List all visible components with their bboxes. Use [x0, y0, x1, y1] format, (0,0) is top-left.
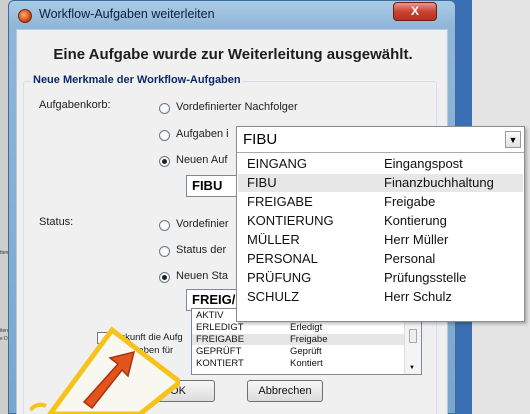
group-title: Neue Merkmale der Workflow-Aufgaben [31, 74, 243, 86]
title-bar[interactable]: Workflow-Aufgaben weiterleiten X [9, 1, 455, 27]
basket-dropdown-item[interactable]: EINGANG Eingangspost [238, 155, 523, 173]
basket-dropdown-item[interactable]: SCHULZ Herr Schulz [238, 288, 523, 306]
basket-radio-new[interactable] [159, 156, 170, 167]
basket-dropdown-item[interactable]: PERSONAL Personal [238, 250, 523, 268]
basket-dropdown-item[interactable]: KONTIERUNG Kontierung [238, 212, 523, 230]
status-radio-new[interactable] [159, 272, 170, 283]
status-list-item[interactable]: ERLEDIGT Erledigt [192, 322, 404, 333]
basket-dropdown-item[interactable]: FREIGABE Freigabe [238, 193, 523, 211]
basket-label: Aufgabenkorb: [39, 99, 111, 111]
status-label: Status: [39, 216, 74, 228]
basket-dropdown-selected[interactable]: FIBU ▼ [237, 127, 524, 153]
status-list-item[interactable]: GEPRÜFT Geprüft [192, 346, 404, 357]
status-radio-tasks[interactable] [159, 246, 170, 257]
basket-option-tasks: Aufgaben i [176, 128, 229, 140]
dialog-heading: Eine Aufgabe wurde zur Weiterleitung aus… [53, 46, 413, 63]
basket-dropdown[interactable]: FIBU ▼ EINGANG Eingangspost FIBU Finanzbuc… [236, 126, 525, 322]
close-icon: X [410, 4, 419, 18]
status-list-item[interactable]: KONTIERT Kontiert [192, 358, 404, 369]
status-option-predefined: Vordefinier [176, 218, 229, 230]
window-title: Workflow-Aufgaben weiterleiten [39, 7, 215, 21]
status-option-tasks: Status der [176, 244, 227, 256]
cancel-button[interactable]: Abbrechen [247, 380, 323, 402]
status-list-item[interactable]: FREIGABE Freigabe [192, 334, 404, 345]
basket-option-new: Neuen Auf [176, 154, 228, 166]
dropdown-arrow-icon[interactable]: ▼ [505, 131, 521, 148]
badge-curve [30, 402, 47, 412]
basket-dropdown-item[interactable]: PRÜFUNG Prüfungsstelle [238, 269, 523, 287]
forward-arrow-badge [30, 326, 180, 414]
close-button[interactable]: X [393, 2, 437, 21]
status-radio-predefined[interactable] [159, 220, 170, 231]
basket-radio-predefined[interactable] [159, 103, 170, 114]
status-option-new: Neuen Sta [176, 270, 228, 282]
basket-option-predefined: Vordefinierter Nachfolger [176, 101, 298, 113]
basket-radio-tasks[interactable] [159, 130, 170, 141]
basket-dropdown-value: FIBU [243, 131, 278, 148]
basket-dropdown-item[interactable]: FIBU Finanzbuchhaltung [238, 174, 523, 192]
basket-dropdown-item[interactable]: MÜLLER Herr Müller [238, 231, 523, 249]
app-icon [18, 9, 32, 23]
